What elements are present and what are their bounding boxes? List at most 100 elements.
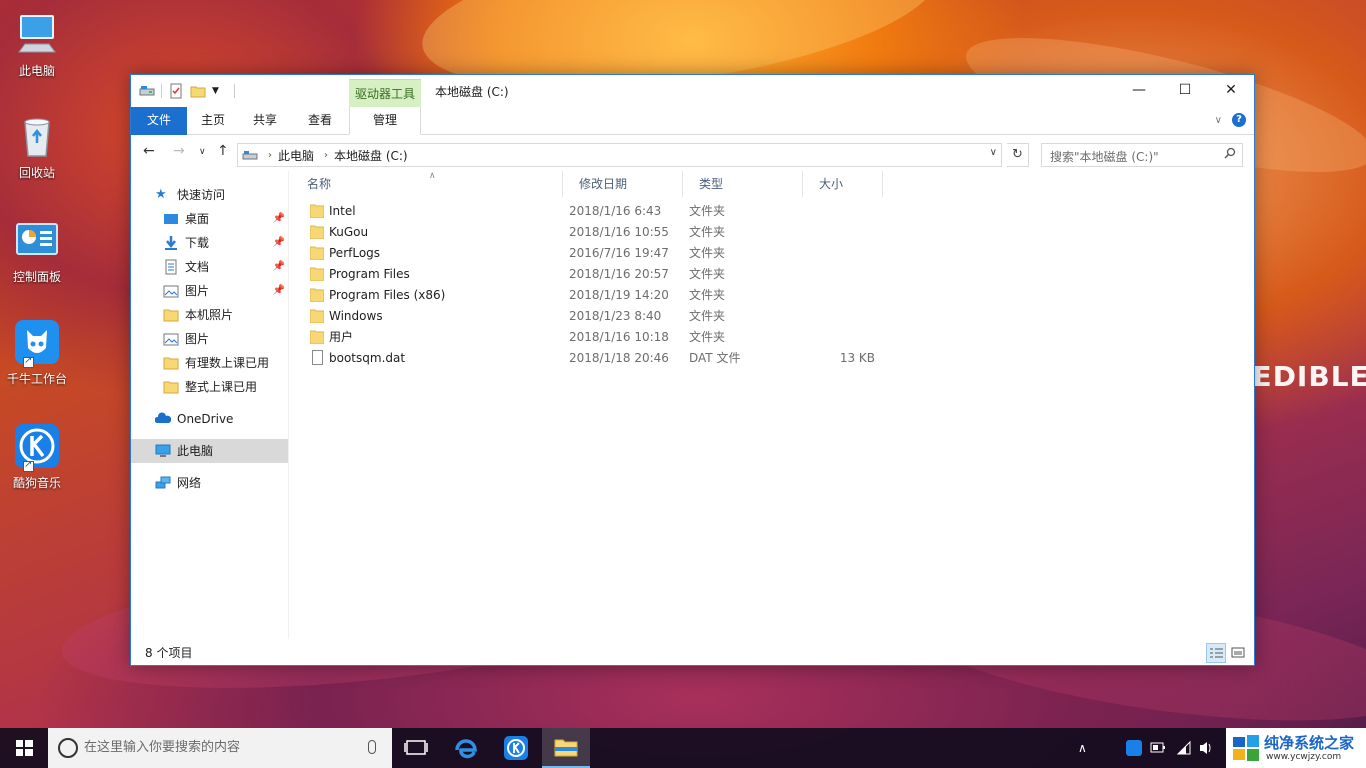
properties-icon[interactable]: [168, 83, 184, 99]
taskbar-kugou-button[interactable]: [492, 728, 540, 768]
address-dropdown-chevron-icon[interactable]: ∨: [990, 147, 997, 158]
forward-arrow-icon[interactable]: →: [173, 143, 185, 159]
table-row[interactable]: KuGou 2018/1/16 10:55 文件夹: [291, 222, 891, 243]
search-icon: [1224, 147, 1236, 159]
task-view-icon: [404, 740, 428, 755]
table-row[interactable]: Program Files (x86) 2018/1/19 14:20 文件夹: [291, 285, 891, 306]
nav-item-desktop[interactable]: 桌面 📌: [163, 207, 287, 231]
desktop-icon-kugou[interactable]: 酷狗音乐: [2, 422, 72, 491]
taskbar-edge-button[interactable]: [442, 728, 490, 768]
nav-label: 本机照片: [185, 308, 234, 322]
nav-quick-access[interactable]: ★ 快速访问: [155, 183, 285, 207]
nav-network[interactable]: 网络: [155, 471, 285, 495]
table-row[interactable]: Intel 2018/1/16 6:43 文件夹: [291, 201, 891, 222]
breadcrumb-separator-icon: ›: [268, 149, 272, 161]
nav-item-pictures[interactable]: 图片 📌: [163, 279, 287, 303]
pin-icon: 📌: [272, 213, 285, 224]
column-header-size[interactable]: 大小: [803, 171, 883, 197]
nav-label: 有理数上课已用: [185, 356, 270, 370]
file-type: 文件夹: [689, 330, 726, 344]
file-icon: [312, 350, 323, 365]
tab-view[interactable]: 查看: [295, 107, 345, 135]
back-arrow-icon[interactable]: ←: [143, 143, 155, 159]
nav-item-rational-numbers[interactable]: 有理数上课已用: [163, 351, 287, 375]
file-name: Program Files: [329, 267, 410, 281]
search-input[interactable]: 搜索"本地磁盘 (C:)": [1041, 143, 1243, 167]
nav-label: 网络: [177, 476, 202, 490]
refresh-icon[interactable]: ↻: [1007, 143, 1029, 167]
microphone-icon[interactable]: [368, 740, 376, 754]
table-row[interactable]: 用户 2018/1/16 10:18 文件夹: [291, 327, 891, 348]
column-header-name[interactable]: 名称 ∧: [291, 171, 563, 197]
maximize-button[interactable]: ☐: [1162, 75, 1208, 105]
taskbar-explorer-button[interactable]: [542, 728, 590, 768]
control-panel-icon: [13, 216, 61, 264]
file-name: Program Files (x86): [329, 288, 446, 302]
up-arrow-icon[interactable]: ↑: [217, 143, 229, 159]
column-header-type[interactable]: 类型: [683, 171, 803, 197]
tab-share[interactable]: 共享: [243, 107, 287, 135]
new-folder-icon[interactable]: [190, 83, 206, 99]
tab-file[interactable]: 文件: [131, 107, 187, 135]
download-icon: [163, 235, 179, 251]
nav-item-polynomials[interactable]: 整式上课已用: [163, 375, 287, 399]
task-view-button[interactable]: [392, 728, 440, 768]
battery-icon[interactable]: [1150, 728, 1166, 768]
nav-label: 文档: [185, 260, 210, 274]
expand-ribbon-chevron-icon[interactable]: ∨: [1215, 115, 1222, 126]
minimize-button[interactable]: —: [1116, 75, 1162, 105]
desktop-icon-label: 回收站: [18, 166, 55, 180]
nav-item-downloads[interactable]: 下载 📌: [163, 231, 287, 255]
desktop-icon-qianniu[interactable]: 千牛工作台: [2, 318, 72, 387]
folder-icon: [163, 307, 179, 323]
file-date: 2018/1/23 8:40: [569, 309, 662, 323]
table-row[interactable]: PerfLogs 2016/7/16 19:47 文件夹: [291, 243, 891, 264]
breadcrumb-this-pc[interactable]: 此电脑: [278, 147, 314, 164]
cloud-icon: [154, 411, 172, 427]
table-row[interactable]: Windows 2018/1/23 8:40 文件夹: [291, 306, 891, 327]
computer-icon: [155, 443, 171, 459]
show-hidden-icons-chevron-icon[interactable]: ∧: [1078, 728, 1087, 768]
nav-this-pc[interactable]: 此电脑: [131, 439, 288, 463]
customize-qat-chevron-icon[interactable]: ▼: [212, 83, 228, 99]
recycle-bin-icon: [13, 112, 61, 160]
table-row[interactable]: Program Files 2018/1/16 20:57 文件夹: [291, 264, 891, 285]
explorer-window: ▼ 驱动器工具 本地磁盘 (C:) — ☐ ✕ 文件 主页 共享 查看 管理 ∨…: [130, 74, 1255, 666]
drive-icon[interactable]: [139, 83, 155, 99]
help-button[interactable]: ?: [1232, 113, 1246, 127]
start-button[interactable]: [0, 728, 48, 768]
folder-icon: [310, 330, 324, 344]
pin-icon: 📌: [272, 261, 285, 272]
desktop-icon-recycle-bin[interactable]: 回收站: [2, 112, 72, 181]
wifi-icon[interactable]: [1176, 728, 1192, 768]
nav-item-documents[interactable]: 文档 📌: [163, 255, 287, 279]
breadcrumb-local-disk[interactable]: 本地磁盘 (C:): [334, 147, 408, 164]
tab-manage[interactable]: 管理: [349, 107, 421, 135]
recent-locations-chevron-icon[interactable]: ∨: [199, 147, 206, 157]
column-label: 类型: [699, 177, 724, 191]
network-icon: [155, 475, 171, 491]
nav-onedrive[interactable]: OneDrive: [154, 407, 285, 431]
address-field[interactable]: › 此电脑 › 本地磁盘 (C:) ∨: [237, 143, 1002, 167]
pictures-icon: [163, 283, 179, 299]
taskbar-search-box[interactable]: 在这里输入你要搜索的内容: [48, 728, 392, 768]
pictures-icon: [163, 331, 179, 347]
this-pc-icon: [13, 10, 61, 58]
close-button[interactable]: ✕: [1208, 75, 1254, 105]
file-type: 文件夹: [689, 246, 726, 260]
desktop-icon-this-pc[interactable]: 此电脑: [2, 10, 72, 79]
nav-item-local-photos[interactable]: 本机照片: [163, 303, 287, 327]
large-icons-view-icon[interactable]: [1228, 643, 1248, 663]
folder-icon: [310, 309, 324, 323]
nav-item-pictures-2[interactable]: 图片: [163, 327, 287, 351]
table-row[interactable]: bootsqm.dat 2018/1/18 20:46 DAT 文件 13 KB: [291, 348, 891, 369]
desktop-icon-control-panel[interactable]: 控制面板: [2, 216, 72, 285]
volume-icon[interactable]: [1198, 728, 1214, 768]
kugou-tray-icon[interactable]: [1126, 740, 1142, 756]
ribbon-tabs: 文件 主页 共享 查看 管理 ∨ ?: [131, 107, 1254, 135]
nav-label: 桌面: [185, 212, 210, 226]
tab-home[interactable]: 主页: [191, 107, 235, 135]
details-view-icon[interactable]: [1206, 643, 1226, 663]
column-header-date[interactable]: 修改日期: [563, 171, 683, 197]
folder-icon: [310, 288, 324, 302]
